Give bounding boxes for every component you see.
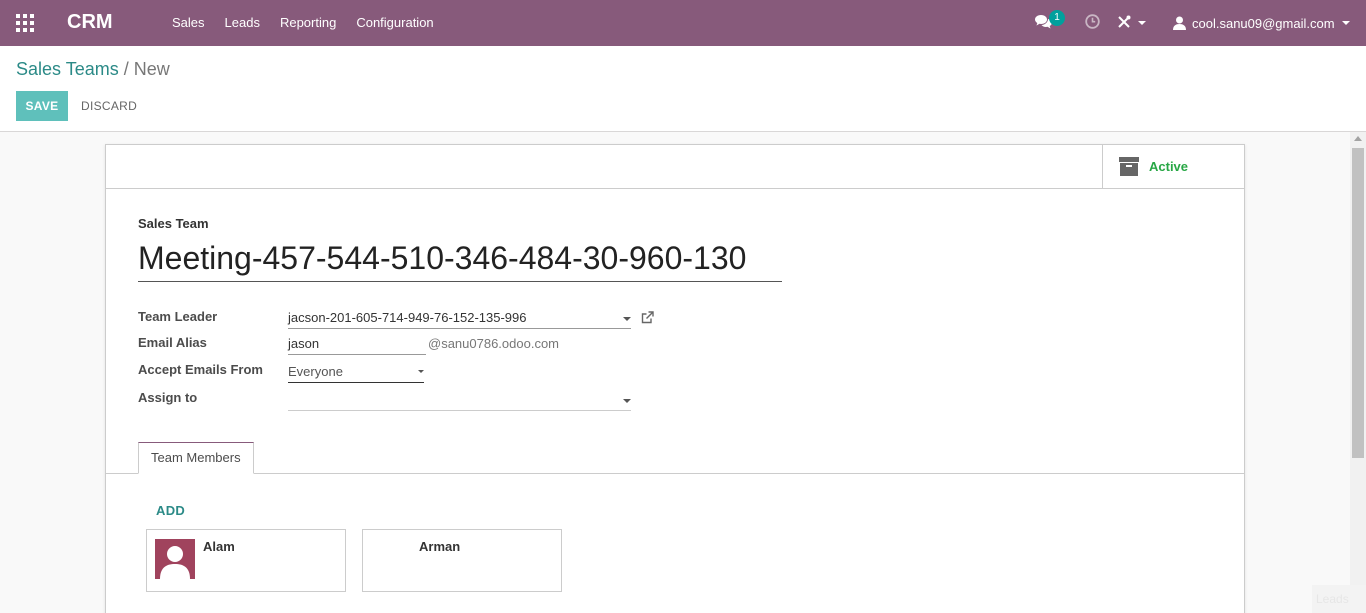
menu-item-leads[interactable]: Leads bbox=[215, 0, 270, 46]
breadcrumb-sales-teams[interactable]: Sales Teams bbox=[16, 59, 119, 79]
active-toggle-button[interactable]: Active bbox=[1102, 145, 1244, 188]
active-label: Active bbox=[1149, 159, 1189, 174]
chat-badge: 1 bbox=[1049, 10, 1065, 26]
breadcrumb-separator: / bbox=[123, 59, 129, 79]
activity-clock-icon[interactable] bbox=[1085, 14, 1100, 29]
accept-emails-select[interactable]: Everyone bbox=[288, 363, 424, 383]
main-menu: Sales Leads Reporting Configuration bbox=[162, 0, 444, 46]
placeholder-person-icon bbox=[160, 546, 190, 579]
save-button[interactable]: SAVE bbox=[16, 91, 68, 121]
debug-tools-icon[interactable] bbox=[1117, 15, 1131, 29]
menu-item-sales[interactable]: Sales bbox=[162, 0, 215, 46]
control-panel: Sales Teams / New SAVE DISCARD bbox=[0, 46, 1366, 132]
email-alias-input[interactable]: jason bbox=[288, 335, 426, 355]
tabs-divider bbox=[106, 473, 1244, 474]
menu-item-reporting[interactable]: Reporting bbox=[270, 0, 346, 46]
assign-to-label: Assign to bbox=[138, 390, 198, 405]
team-leader-select[interactable]: jacson-201-605-714-949-76-152-135-996 bbox=[288, 309, 631, 329]
chevron-down-icon bbox=[623, 399, 631, 403]
member-name: Arman bbox=[419, 539, 461, 554]
assign-to-select[interactable] bbox=[288, 391, 631, 411]
archive-icon bbox=[1119, 157, 1139, 176]
chevron-down-icon bbox=[418, 370, 424, 373]
email-alias-domain: @sanu0786.odoo.com bbox=[428, 336, 560, 351]
external-link-icon[interactable] bbox=[641, 311, 654, 324]
member-name: Alam bbox=[203, 539, 235, 554]
user-caret-icon bbox=[1341, 21, 1350, 25]
team-leader-value: jacson-201-605-714-949-76-152-135-996 bbox=[288, 310, 527, 325]
user-menu[interactable]: cool.sanu09@gmail.com bbox=[1173, 0, 1350, 46]
chevron-down-icon bbox=[623, 317, 631, 321]
faded-overlay-text: Leads bbox=[1312, 585, 1366, 613]
accept-emails-value: Everyone bbox=[288, 364, 343, 379]
discard-button[interactable]: DISCARD bbox=[75, 91, 143, 121]
user-icon bbox=[1173, 16, 1186, 30]
user-email: cool.sanu09@gmail.com bbox=[1192, 15, 1335, 31]
team-leader-label: Team Leader bbox=[138, 309, 218, 324]
sales-team-label: Sales Team bbox=[138, 216, 209, 231]
member-card-alam[interactable]: Alam bbox=[146, 529, 346, 592]
form-sheet: Active Sales Team Meeting-457-544-510-34… bbox=[105, 144, 1245, 613]
form-area: Active Sales Team Meeting-457-544-510-34… bbox=[0, 132, 1350, 613]
sales-team-name-input[interactable]: Meeting-457-544-510-346-484-30-960-130 bbox=[138, 234, 782, 282]
scroll-up-icon[interactable] bbox=[1354, 136, 1362, 141]
apps-menu-icon[interactable] bbox=[16, 14, 34, 32]
accept-emails-label: Accept Emails From bbox=[138, 362, 263, 377]
breadcrumb-current: New bbox=[133, 59, 170, 79]
app-brand[interactable]: CRM bbox=[67, 11, 113, 34]
button-box: Active bbox=[106, 145, 1244, 189]
top-navbar: CRM Sales Leads Reporting Configuration … bbox=[0, 0, 1366, 46]
breadcrumb: Sales Teams / New bbox=[16, 59, 170, 80]
tab-team-members[interactable]: Team Members bbox=[138, 442, 254, 474]
tools-caret-icon[interactable] bbox=[1138, 21, 1146, 25]
avatar bbox=[155, 539, 195, 579]
vertical-scrollbar[interactable] bbox=[1350, 132, 1366, 613]
add-member-button[interactable]: ADD bbox=[156, 503, 185, 518]
member-card-arman[interactable]: Arman bbox=[362, 529, 562, 592]
email-alias-label: Email Alias bbox=[138, 335, 207, 350]
scroll-thumb[interactable] bbox=[1352, 148, 1364, 458]
menu-item-configuration[interactable]: Configuration bbox=[346, 0, 443, 46]
